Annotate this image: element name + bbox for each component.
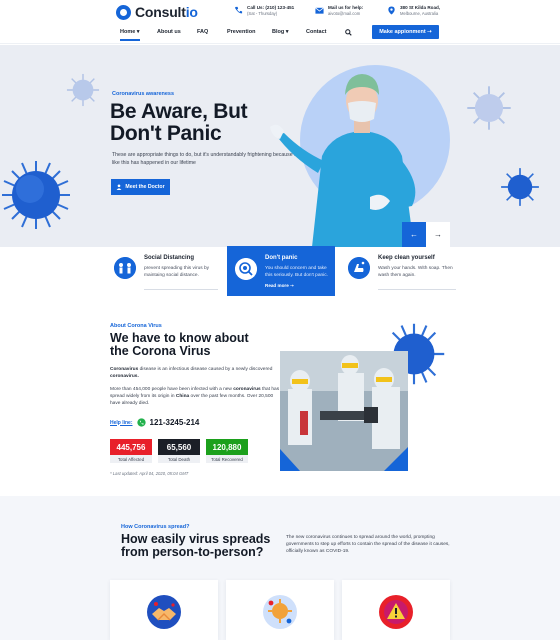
about-tagline: About Corona Virus xyxy=(110,323,162,329)
hero-title: Be Aware, But Don't Panic xyxy=(110,100,248,145)
hero-section: Coronavirus awareness Be Aware, But Don'… xyxy=(0,45,560,247)
whatsapp-icon xyxy=(136,418,146,427)
virus-transmission-icon xyxy=(263,595,297,629)
contact-phone: Call Us: (210) 123-451 (Sat - Thursday) xyxy=(234,5,294,16)
nav-item-prevention[interactable]: Prevention xyxy=(227,29,255,35)
hero-title-line2: Don't Panic xyxy=(110,122,222,145)
nav-item-about[interactable]: About us xyxy=(157,29,181,35)
feature-title: Don't panic xyxy=(265,255,298,261)
feature-title: Social Distancing xyxy=(144,255,195,261)
brand-logo[interactable]: Consultio xyxy=(116,4,198,20)
virus-illustration-icon xyxy=(501,168,539,206)
contact-address: 380 St Kilda Road, Melbourne, Australia xyxy=(387,5,440,16)
disinfection-workers-photo xyxy=(280,351,408,471)
feature-divider xyxy=(378,289,456,290)
meet-doctor-button[interactable]: Meet the Doctor xyxy=(111,179,170,195)
contact-address-line2: Melbourne, Australia xyxy=(400,11,439,16)
contact-mail-address[interactable]: aivoto@mail.com xyxy=(328,11,363,16)
search-icon[interactable] xyxy=(345,29,352,36)
nurse-illustration xyxy=(270,74,416,247)
make-appointment-button[interactable]: Make appionment ➝ xyxy=(372,25,439,39)
hero-title-line1: Be Aware, But xyxy=(110,100,248,123)
stat-total-recovered: 120,880 Total Recovered xyxy=(206,439,248,463)
feature-divider xyxy=(144,289,218,290)
helpline: Help line: 121-3245-214 xyxy=(110,418,199,427)
helpline-number[interactable]: 121-3245-214 xyxy=(150,418,200,427)
contact-mail-line1: Mail us for help: xyxy=(328,5,364,10)
helpline-label: Help line: xyxy=(110,419,133,426)
virus-illustration-icon xyxy=(467,86,511,130)
contact-phone-line1: Call Us: (210) 123-451 xyxy=(247,5,295,10)
social-distancing-icon xyxy=(114,257,136,279)
about-paragraph-1: Coronavirus disease is an infectious dis… xyxy=(110,367,273,379)
virus-search-icon xyxy=(235,258,257,280)
feature-text: prevent spreading this virus by maintain… xyxy=(144,266,210,278)
nav-item-blog[interactable]: Blog ▾ xyxy=(272,29,289,35)
mail-icon xyxy=(315,7,324,14)
about-title: We have to know about the Corona Virus xyxy=(110,332,249,358)
stat-label: Total Affected xyxy=(110,455,152,463)
contact-address-line1: 380 St Kilda Road, xyxy=(400,5,441,10)
spread-tagline: How Coronavirus spread? xyxy=(121,524,190,530)
spread-card-transmission[interactable] xyxy=(226,580,334,640)
feature-text: You should concern and take this serious… xyxy=(265,266,328,278)
about-title-line2: the Corona Virus xyxy=(110,344,211,358)
stat-total-death: 65,560 Total Death xyxy=(158,439,200,463)
virus-illustration-icon xyxy=(2,161,70,229)
feature-dont-panic[interactable]: Don't panic You should concern and take … xyxy=(227,246,335,296)
location-pin-icon xyxy=(388,6,395,15)
virus-illustration-icon xyxy=(66,73,100,107)
nav-item-faq[interactable]: FAQ xyxy=(197,29,208,35)
doctor-icon xyxy=(116,184,122,190)
stat-value: 120,880 xyxy=(206,439,248,455)
stat-value: 65,560 xyxy=(158,439,200,455)
contact-mail: Mail us for help: aivoto@mail.com xyxy=(315,5,363,16)
main-nav: Home ▾ About us FAQ Prevention Blog ▾ Co… xyxy=(0,24,560,44)
nav-item-home[interactable]: Home ▾ xyxy=(120,29,140,41)
stat-label: Total Recovered xyxy=(206,455,248,463)
stat-label: Total Death xyxy=(158,455,200,463)
stat-value: 445,756 xyxy=(110,439,152,455)
hand-wash-icon xyxy=(348,257,370,279)
spread-card-handshake[interactable] xyxy=(110,580,218,640)
handshake-icon xyxy=(147,595,181,629)
spread-title: How easily virus spreads from person-to-… xyxy=(121,533,270,559)
phone-icon xyxy=(234,6,243,14)
top-bar: Consultio Call Us: (210) 123-451 (Sat - T… xyxy=(0,0,560,24)
nav-item-contact[interactable]: Contact xyxy=(306,29,326,35)
stat-total-affected: 445,756 Total Affected xyxy=(110,439,152,463)
spread-card-warning[interactable] xyxy=(342,580,450,640)
warning-virus-icon xyxy=(379,595,413,629)
hero-tagline: Coronavirus awareness xyxy=(112,91,175,97)
about-paragraph-2: More than 454,000 people have been infec… xyxy=(110,387,280,406)
read-more-link[interactable]: Read more ➝ xyxy=(265,283,294,289)
brand-name: Consultio xyxy=(135,4,198,20)
spread-description: The new coronavirus continues to spread … xyxy=(286,535,450,554)
photo-image xyxy=(280,351,408,471)
slider-prev-button[interactable]: ← xyxy=(402,222,426,247)
logo-virus-icon xyxy=(116,4,131,20)
meet-doctor-label: Meet the Doctor xyxy=(125,184,165,190)
spread-title-line2: from person-to-person? xyxy=(121,545,264,559)
slider-next-button[interactable]: → xyxy=(426,222,450,247)
contact-phone-line2: (Sat - Thursday) xyxy=(247,11,278,16)
feature-title: Keep clean yourself xyxy=(378,255,435,261)
feature-text: Wash your hands. With soap. Then wash th… xyxy=(378,266,453,278)
last-updated-note: * Last updated: April 04, 2020, 05:04 GM… xyxy=(110,471,189,476)
